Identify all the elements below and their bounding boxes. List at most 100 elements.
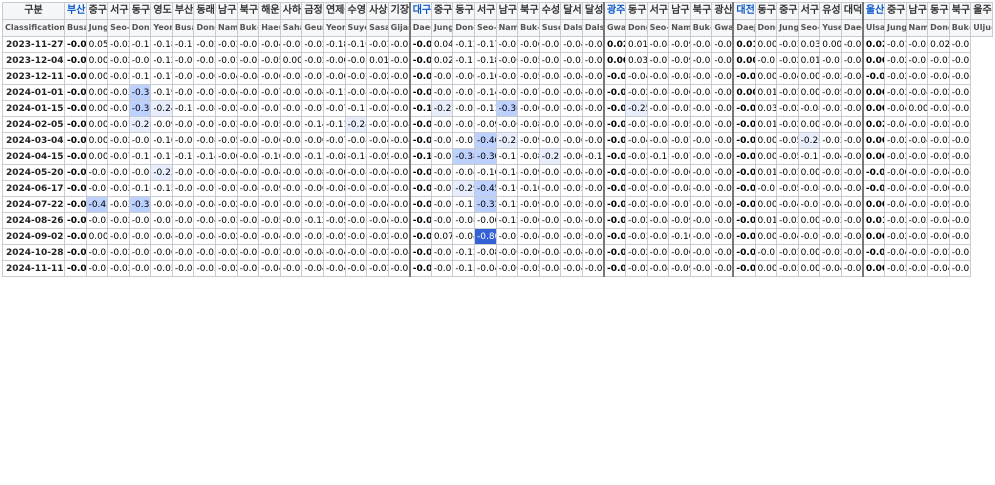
table-cell: -0.07	[689, 228, 713, 245]
price-change-table-container: 구분 부산중구서구동구영도구부산진구동래구남구북구해운대구사하구금정구연제구수영…	[0, 0, 995, 485]
table-cell: -0.07	[193, 84, 217, 101]
table-cell: -0.04	[560, 68, 583, 85]
table-cell: -0.08	[193, 100, 217, 117]
table-cell: -0.02	[732, 196, 756, 213]
table-cell: -0.05	[193, 244, 217, 261]
table-cell: -0.04	[840, 180, 864, 197]
table-cell: -0.06	[258, 68, 281, 85]
table-cell: -0.06	[560, 116, 583, 133]
column-header-en: Busanjin	[171, 19, 195, 37]
table-cell: -0.01	[754, 244, 778, 261]
table-row: 2024-04-15-0.070.00-0.07-0.15-0.11-0.17-…	[2, 148, 993, 165]
table-cell: -0.03	[215, 116, 238, 133]
table-cell: -0.11	[473, 100, 497, 117]
table-cell: -0.06	[581, 52, 605, 69]
table-cell: -0.04	[776, 228, 799, 245]
table-cell: -0.03	[387, 228, 411, 245]
column-header-ko: 기장군	[387, 2, 411, 20]
table-cell: -0.07	[538, 180, 562, 197]
table-cell: -0.02	[366, 100, 389, 117]
table-cell: -0.09	[538, 100, 562, 117]
table-cell: -0.02	[430, 260, 454, 277]
column-header-ko: 서구	[107, 2, 130, 20]
table-cell: -0.03	[776, 84, 799, 101]
table-cell: -0.04	[560, 212, 583, 229]
column-header-en: Ulsan	[861, 19, 885, 37]
table-cell: -0.01	[602, 260, 627, 277]
table-cell: -0.12	[301, 212, 324, 229]
table-cell: -0.01	[927, 52, 950, 69]
table-cell: -0.43	[85, 196, 109, 213]
table-cell: -0.05	[776, 180, 799, 197]
table-cell: -0.09	[258, 180, 281, 197]
table-cell: -0.04	[366, 84, 389, 101]
table-cell: -0.06	[150, 244, 173, 261]
table-cell: -0.04	[171, 244, 195, 261]
table-cell: -0.02	[883, 132, 907, 149]
table-cell: -0.02	[279, 180, 303, 197]
table-cell: -0.08	[128, 212, 152, 229]
table-cell: -0.04	[322, 244, 346, 261]
table-cell: -0.04	[193, 212, 217, 229]
table-cell: -0.03	[776, 36, 799, 53]
table-cell: -0.01	[861, 164, 885, 181]
column-header-en: Suyeong	[344, 19, 368, 37]
table-cell: -0.04	[797, 100, 821, 117]
table-cell: -0.08	[517, 116, 540, 133]
table-cell: -0.17	[171, 148, 195, 165]
column-header-ko: 중구	[85, 2, 109, 20]
table-cell: -0.03	[840, 84, 864, 101]
column-header-en: Nam-gu	[668, 19, 691, 37]
table-cell: -0.04	[387, 244, 411, 261]
table-cell: -0.03	[840, 196, 864, 213]
table-cell: -0.02	[602, 164, 627, 181]
table-cell: -0.03	[215, 36, 238, 53]
table-cell: -0.02	[711, 244, 734, 261]
table-cell: -0.01	[602, 68, 627, 85]
table-cell: -0.17	[473, 36, 497, 53]
table-cell: -0.03	[819, 132, 842, 149]
table-cell: -0.04	[258, 228, 281, 245]
table-row: 2024-10-28-0.03-0.03-0.02-0.09-0.06-0.04…	[2, 244, 993, 261]
table-cell: -0.04	[625, 132, 648, 149]
column-header-ko: 유성구	[819, 2, 842, 20]
header-row-korean: 구분 부산중구서구동구영도구부산진구동래구남구북구해운대구사하구금정구연제구수영…	[2, 2, 993, 20]
table-cell: -0.03	[625, 148, 648, 165]
table-cell: -0.06	[560, 132, 583, 149]
table-cell: -0.07	[64, 164, 87, 181]
table-row: 2024-05-20-0.07-0.03-0.01-0.06-0.23-0.07…	[2, 164, 993, 181]
table-cell: 0.01	[861, 212, 885, 229]
table-cell: 0.00	[754, 132, 778, 149]
table-cell: -0.05	[430, 196, 454, 213]
table-cell: -0.02	[732, 132, 756, 149]
table-cell: -0.03	[927, 100, 950, 117]
table-cell: -0.05	[430, 68, 454, 85]
table-cell: -0.04	[948, 196, 972, 213]
table-cell: -0.03	[301, 228, 324, 245]
table-cell: 0.00	[861, 84, 885, 101]
table-cell: -0.06	[689, 260, 713, 277]
table-cell: -0.04	[560, 84, 583, 101]
table-cell: -0.03	[279, 116, 303, 133]
table-cell: -0.05	[517, 68, 540, 85]
table-cell: 0.01	[754, 116, 778, 133]
table-cell: -0.03	[776, 260, 799, 277]
table-cell: -0.06	[560, 148, 583, 165]
row-date: 2024-04-15	[2, 148, 65, 165]
table-cell: -0.08	[646, 100, 670, 117]
table-cell: -0.04	[711, 148, 734, 165]
table-cell: -0.04	[301, 260, 324, 277]
table-cell: -0.06	[301, 132, 324, 149]
table-cell: -0.07	[689, 212, 713, 229]
table-cell: -0.04	[840, 164, 864, 181]
table-cell: -0.33	[473, 196, 497, 213]
table-cell: -0.03	[905, 164, 929, 181]
table-cell: -0.18	[344, 148, 368, 165]
table-cell: -0.04	[387, 116, 411, 133]
column-header-en: Dong-gu	[128, 19, 152, 37]
table-cell: -0.01	[215, 52, 238, 69]
table-cell: -0.04	[366, 212, 389, 229]
table-cell: -0.04	[689, 84, 713, 101]
column-header-ko: 북구	[689, 2, 713, 20]
column-header-ko: 남구	[495, 2, 519, 20]
